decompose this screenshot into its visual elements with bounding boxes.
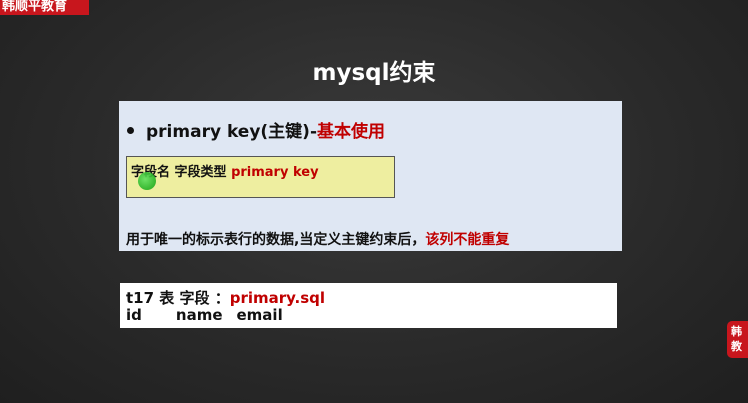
syntax-text: 字段名 字段类型 primary key — [131, 161, 319, 180]
example-line-table: t17 表 字段 ：primary.sql — [126, 287, 325, 308]
bullet-dot-icon — [127, 126, 134, 134]
brand-logo-text: 韩顺平教育 — [2, 0, 68, 14]
syntax-keyword: primary key — [231, 165, 319, 180]
example-column-email: email — [236, 306, 283, 324]
syntax-box: 字段名 字段类型 primary key — [126, 156, 395, 198]
brand-logo: 韩顺平教育 — [0, 0, 89, 15]
description-plain: 用于唯一的标示表行的数据,当定义主键约束后， — [126, 232, 426, 248]
example-line-columns: id name email — [126, 306, 283, 324]
slide-title: mysql约束 — [312, 60, 436, 86]
side-badge-line-1: 韩 — [731, 325, 742, 338]
bullet-highlight: 基本使用 — [317, 122, 386, 142]
example-column-id: id — [126, 306, 142, 324]
bullet-prefix: primary key(主键)- — [146, 122, 318, 142]
side-brand-badge[interactable]: 韩 教 — [727, 321, 748, 358]
example-table-label: t17 表 字段 ： — [126, 289, 230, 307]
bullet-heading: primary key(主键)-基本使用 — [127, 117, 385, 142]
example-panel: t17 表 字段 ：primary.sql id name email — [120, 283, 617, 328]
example-file-name: primary.sql — [229, 289, 326, 307]
content-panel: primary key(主键)-基本使用 字段名 字段类型 primary ke… — [119, 101, 622, 251]
side-badge-line-2: 教 — [731, 340, 742, 353]
pointer-cursor-icon — [138, 172, 156, 190]
description-highlight: 该列不能重复 — [425, 232, 510, 248]
example-column-name: name — [175, 306, 223, 324]
description: 用于唯一的标示表行的数据,当定义主键约束后，该列不能重复 — [126, 229, 509, 249]
